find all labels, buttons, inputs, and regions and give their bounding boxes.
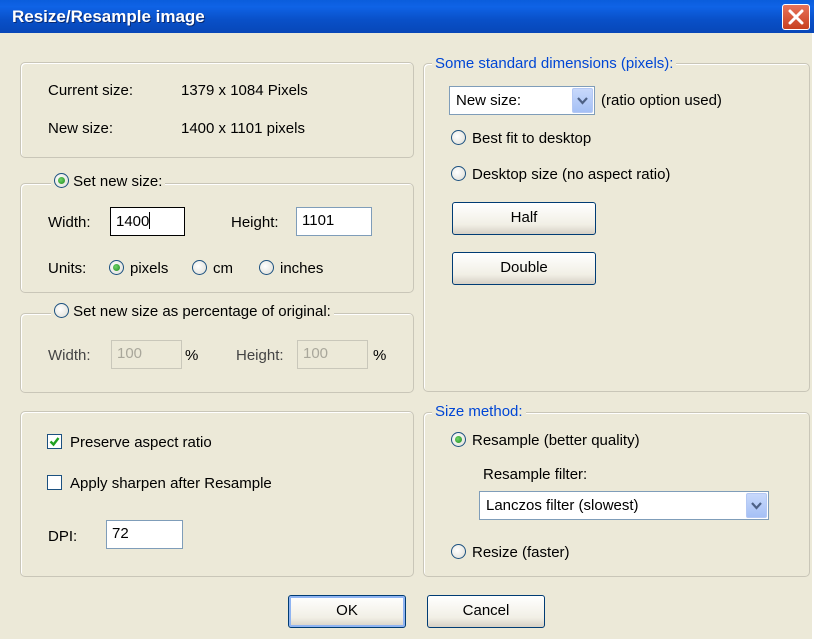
set-new-size-label: Set new size: xyxy=(73,173,163,190)
size-method-legend: Size method: xyxy=(432,403,526,420)
chevron-down-icon xyxy=(577,97,588,105)
percent-width-label: Width: xyxy=(48,347,91,364)
best-fit-label: Best fit to desktop xyxy=(472,130,592,147)
resize-radio[interactable] xyxy=(451,544,466,559)
resize-label: Resize (faster) xyxy=(472,544,570,561)
percent-width-unit: % xyxy=(185,347,199,364)
dpi-label: DPI: xyxy=(48,528,78,545)
unit-cm-label: cm xyxy=(213,260,233,277)
close-button[interactable] xyxy=(782,4,810,30)
unit-pixels-label: pixels xyxy=(130,260,169,277)
size-info-panel xyxy=(20,62,414,158)
text-cursor xyxy=(149,212,151,229)
percent-height-input[interactable]: 100 xyxy=(297,340,368,369)
sharpen-label: Apply sharpen after Resample xyxy=(70,475,272,492)
percentage-label: Set new size as percentage of original: xyxy=(73,303,331,320)
percentage-option[interactable]: Set new size as percentage of original: xyxy=(51,303,334,320)
current-size-label: Current size: xyxy=(48,82,134,99)
units-label: Units: xyxy=(48,260,87,277)
resample-filter-label: Resample filter: xyxy=(483,466,588,483)
window-title: Resize/Resample image xyxy=(12,7,205,26)
ok-button[interactable]: OK xyxy=(288,595,406,628)
height-label: Height: xyxy=(231,214,279,231)
current-size-value: 1379 x 1084 Pixels xyxy=(181,82,308,99)
dropdown-button[interactable] xyxy=(746,493,767,518)
title-bar[interactable]: Resize/Resample image xyxy=(0,0,814,33)
dpi-input[interactable]: 72 xyxy=(106,520,183,549)
resample-filter-select[interactable]: Lanczos filter (slowest) xyxy=(479,491,769,520)
width-label: Width: xyxy=(48,214,91,231)
standard-size-select[interactable]: New size: xyxy=(449,86,595,115)
double-button[interactable]: Double xyxy=(452,252,596,285)
resample-radio[interactable] xyxy=(451,432,466,447)
set-new-size-radio[interactable] xyxy=(54,173,69,188)
unit-pixels-radio[interactable] xyxy=(109,260,124,275)
new-size-value: 1400 x 1101 pixels xyxy=(181,120,305,137)
dropdown-button[interactable] xyxy=(572,88,593,113)
set-new-size-option[interactable]: Set new size: xyxy=(51,173,166,190)
height-input[interactable]: 1101 xyxy=(296,207,372,236)
ratio-note: (ratio option used) xyxy=(601,92,722,109)
close-icon xyxy=(788,9,804,25)
preserve-aspect-label: Preserve aspect ratio xyxy=(70,434,212,451)
unit-inches-radio[interactable] xyxy=(259,260,274,275)
standard-dimensions-legend: Some standard dimensions (pixels): xyxy=(432,55,677,72)
width-input[interactable]: 1400 xyxy=(110,207,185,236)
dialog-window: Resize/Resample image Current size: 1379… xyxy=(0,0,814,639)
chevron-down-icon xyxy=(751,502,762,510)
best-fit-radio[interactable] xyxy=(451,130,466,145)
new-size-label: New size: xyxy=(48,120,114,137)
half-button[interactable]: Half xyxy=(452,202,596,235)
unit-inches-label: inches xyxy=(280,260,324,277)
sharpen-checkbox[interactable] xyxy=(47,475,62,490)
cancel-button[interactable]: Cancel xyxy=(427,595,545,628)
desktop-size-radio[interactable] xyxy=(451,166,466,181)
percent-width-input[interactable]: 100 xyxy=(111,340,182,369)
percent-height-unit: % xyxy=(373,347,387,364)
resample-label: Resample (better quality) xyxy=(472,432,640,449)
checkmark-icon xyxy=(49,437,60,447)
percentage-radio[interactable] xyxy=(54,303,69,318)
preserve-aspect-checkbox[interactable] xyxy=(47,434,62,449)
desktop-size-label: Desktop size (no aspect ratio) xyxy=(472,166,671,183)
percent-height-label: Height: xyxy=(236,347,284,364)
unit-cm-radio[interactable] xyxy=(192,260,207,275)
